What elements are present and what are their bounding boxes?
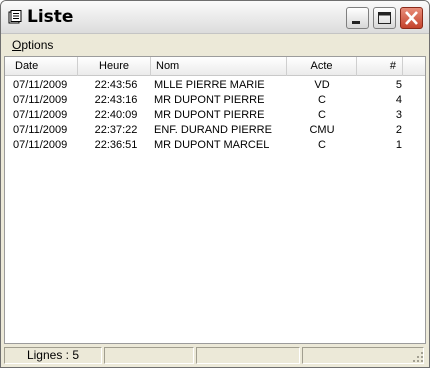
table-row[interactable]: 07/11/2009 22:40:09 MR DUPONT PIERRE C 3 (5, 108, 425, 123)
cell-number: 2 (395, 124, 402, 136)
cell-heure: 22:37:22 (94, 124, 138, 136)
status-bar: Lignes : 5 (4, 346, 426, 365)
menu-bar: Options (4, 35, 426, 55)
cell-acte: C (318, 94, 326, 106)
cell-acte: VD (314, 79, 330, 91)
cell-number: 3 (395, 109, 402, 121)
minimize-button[interactable] (346, 7, 369, 29)
cell-heure: 22:43:56 (94, 79, 138, 91)
status-lines-count: Lignes : 5 (26, 348, 80, 362)
maximize-button[interactable] (373, 7, 396, 29)
resize-grip-icon[interactable] (412, 351, 424, 363)
cell-heure: 22:43:16 (94, 94, 138, 106)
cell-date: 07/11/2009 (13, 94, 68, 106)
cell-nom: MR DUPONT PIERRE (154, 94, 265, 106)
list-window: Liste Options Date Heure Nom Acte # 07/1… (0, 0, 430, 368)
status-panel-2 (104, 347, 194, 364)
column-header-heure[interactable]: Heure (78, 57, 151, 76)
status-panel-lines: Lignes : 5 (4, 347, 102, 364)
column-header-number[interactable]: # (357, 57, 403, 76)
status-panel-3 (196, 347, 300, 364)
column-header-date[interactable]: Date (5, 57, 78, 76)
window-title: Liste (27, 7, 74, 27)
menu-options[interactable]: Options (12, 38, 53, 52)
cell-date: 07/11/2009 (13, 79, 68, 91)
close-button[interactable] (400, 7, 423, 29)
cell-acte: CMU (309, 124, 335, 136)
status-panel-4 (302, 347, 424, 364)
cell-heure: 22:40:09 (94, 109, 138, 121)
cell-date: 07/11/2009 (13, 139, 68, 151)
cell-nom: MR DUPONT PIERRE (154, 109, 265, 121)
column-header-nom[interactable]: Nom (151, 57, 287, 76)
cell-number: 5 (395, 79, 402, 91)
table-row[interactable]: 07/11/2009 22:37:22 ENF. DURAND PIERRE C… (5, 123, 425, 138)
cell-number: 4 (395, 94, 402, 106)
minimize-icon (352, 21, 360, 24)
column-header-filler (403, 57, 425, 76)
cell-acte: C (318, 109, 326, 121)
list-header: Date Heure Nom Acte # (5, 57, 425, 76)
cell-heure: 22:36:51 (94, 139, 138, 151)
close-icon (405, 11, 418, 25)
cell-acte: C (318, 139, 326, 151)
title-bar[interactable]: Liste (1, 1, 429, 34)
cell-date: 07/11/2009 (13, 109, 68, 121)
list-rows: 07/11/2009 22:43:56 MLLE PIERRE MARIE VD… (5, 78, 425, 153)
cell-number: 1 (395, 139, 402, 151)
maximize-icon (378, 12, 391, 24)
table-row[interactable]: 07/11/2009 22:43:56 MLLE PIERRE MARIE VD… (5, 78, 425, 93)
column-header-acte[interactable]: Acte (287, 57, 357, 76)
cell-date: 07/11/2009 (13, 124, 68, 136)
cell-nom: MR DUPONT MARCEL (154, 139, 270, 151)
table-row[interactable]: 07/11/2009 22:36:51 MR DUPONT MARCEL C 1 (5, 138, 425, 153)
list-view[interactable]: Date Heure Nom Acte # 07/11/2009 22:43:5… (4, 56, 426, 344)
cell-nom: ENF. DURAND PIERRE (154, 124, 272, 136)
cell-nom: MLLE PIERRE MARIE (154, 79, 265, 91)
document-icon (8, 10, 22, 24)
table-row[interactable]: 07/11/2009 22:43:16 MR DUPONT PIERRE C 4 (5, 93, 425, 108)
